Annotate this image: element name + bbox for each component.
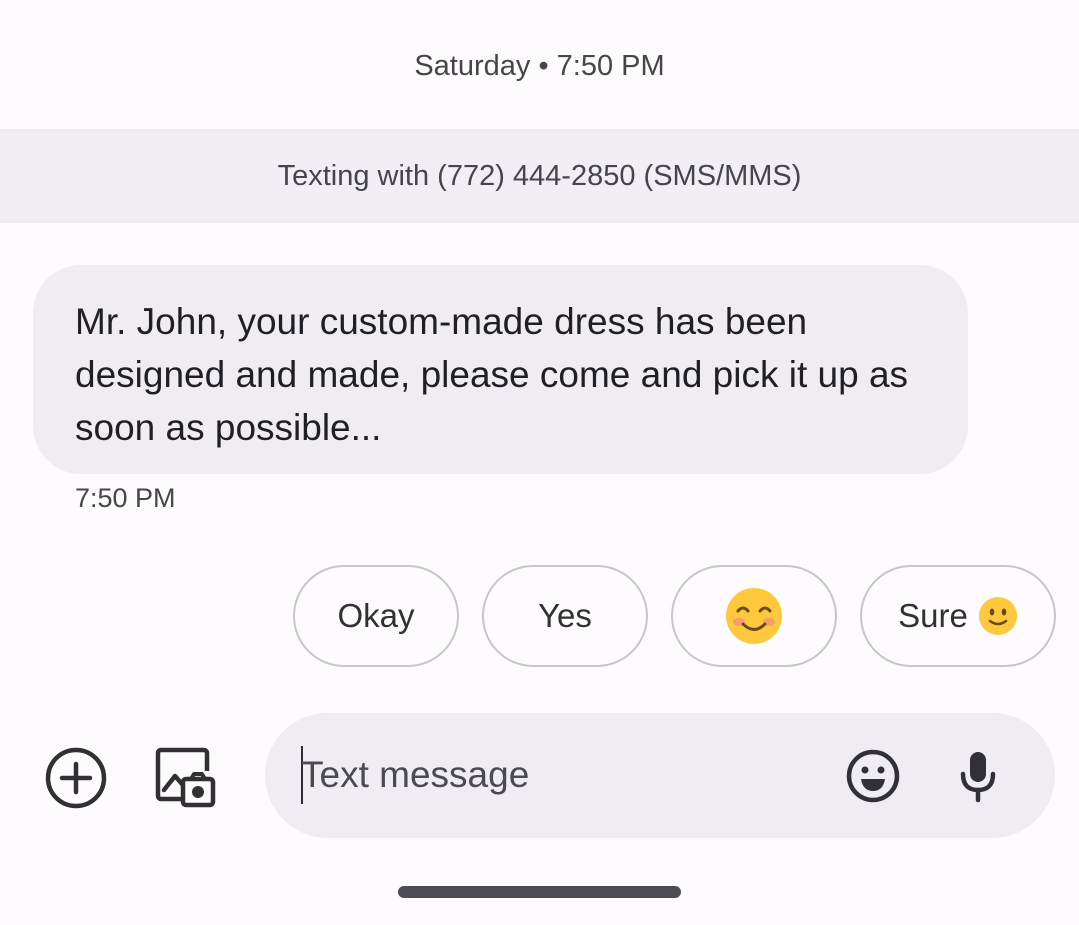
slightly-smiling-face-icon — [978, 597, 1017, 635]
message-composer[interactable] — [265, 713, 1055, 838]
smart-reply-emoji[interactable] — [671, 565, 837, 667]
smart-reply-okay[interactable]: Okay — [293, 565, 459, 667]
message-timestamp: 7:50 PM — [75, 483, 176, 513]
smart-reply-sure[interactable]: Sure — [860, 565, 1056, 667]
smart-reply-label: Okay — [337, 597, 415, 634]
conversation-banner: Texting with (772) 444-2850 (SMS/MMS) — [0, 129, 1079, 223]
smart-reply-label: Yes — [538, 597, 592, 634]
banner-text: Texting with (772) 444-2850 (SMS/MMS) — [277, 159, 802, 192]
emoji-button[interactable] — [843, 746, 903, 806]
smart-reply-yes[interactable]: Yes — [482, 565, 648, 667]
incoming-message-bubble[interactable]: Mr. John, your custom-made dress has bee… — [33, 265, 968, 474]
gallery-camera-icon — [155, 747, 216, 808]
voice-button[interactable] — [953, 746, 1003, 806]
home-indicator[interactable] — [398, 886, 681, 898]
message-input[interactable] — [301, 743, 821, 807]
smiling-face-with-blush-icon — [726, 588, 782, 644]
smart-reply-label: Sure — [898, 597, 968, 634]
attach-button[interactable] — [42, 744, 110, 812]
add-circle-icon — [45, 747, 107, 809]
message-text: Mr. John, your custom-made dress has bee… — [75, 301, 909, 448]
microphone-icon — [960, 752, 996, 803]
date-header: Saturday • 7:50 PM — [414, 50, 665, 82]
emoji-icon — [846, 749, 900, 803]
gallery-camera-button[interactable] — [150, 742, 220, 812]
